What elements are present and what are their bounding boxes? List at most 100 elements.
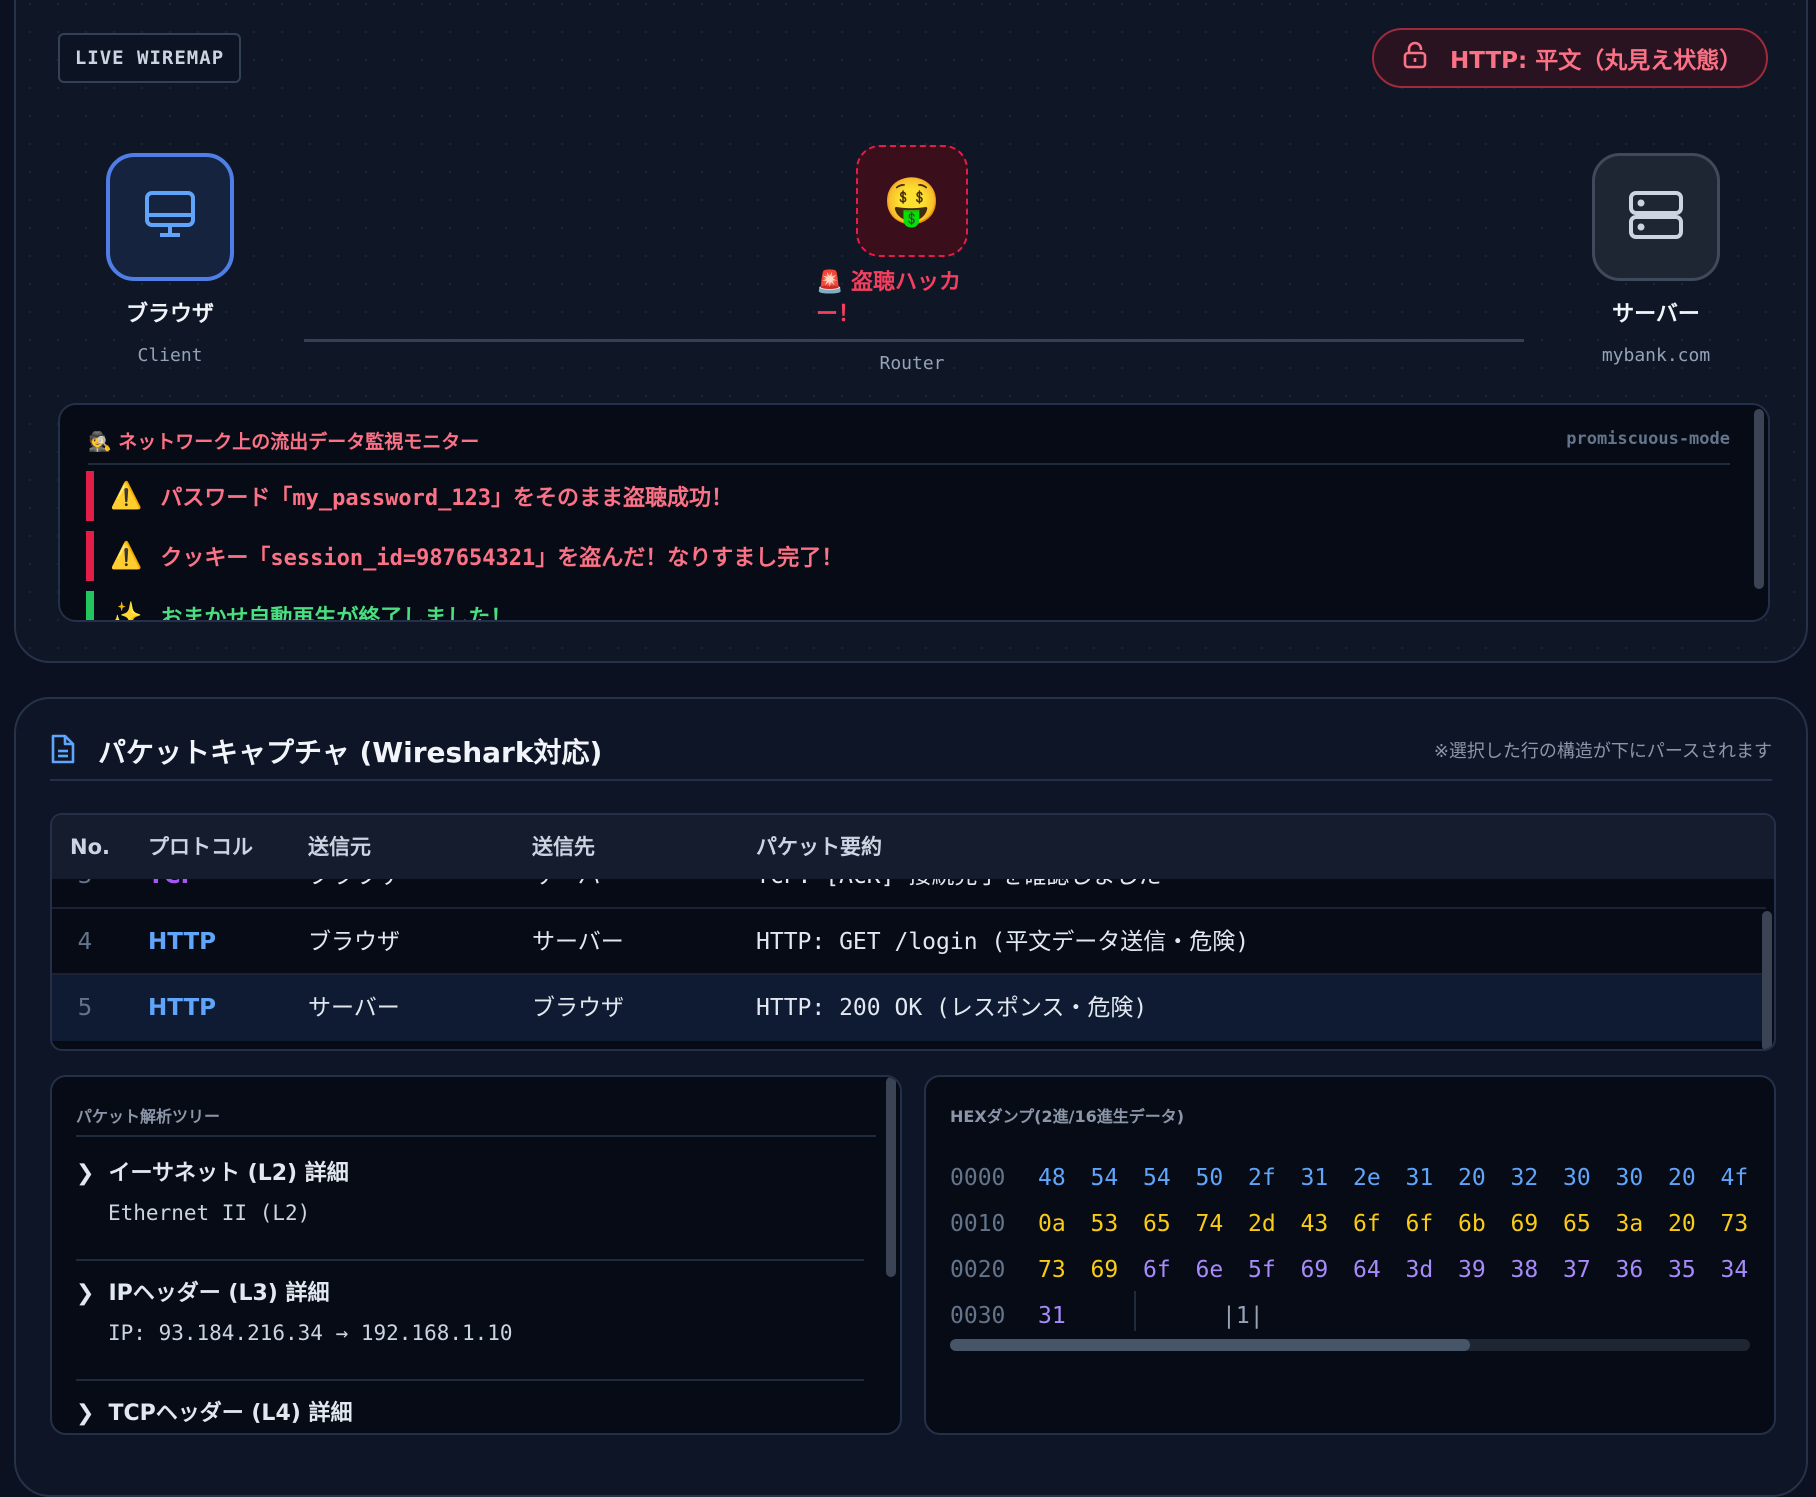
hex-byte[interactable]: 64 <box>1353 1257 1381 1283</box>
hex-byte[interactable]: 6b <box>1458 1211 1486 1237</box>
hex-byte[interactable]: 30 <box>1563 1165 1591 1191</box>
hex-byte[interactable]: 20 <box>1668 1211 1696 1237</box>
hex-byte[interactable]: 31 <box>1301 1165 1329 1191</box>
hex-byte[interactable]: 3a <box>1616 1211 1644 1237</box>
hex-byte[interactable]: 31 <box>1038 1303 1066 1329</box>
monitor-scrollbar[interactable] <box>1754 409 1764 589</box>
hex-byte[interactable]: 65 <box>1143 1211 1171 1237</box>
hex-scroll-thumb[interactable] <box>950 1339 1470 1351</box>
tree-section-label: IPヘッダー (L3) 詳細 <box>108 1281 330 1306</box>
col-protocol[interactable]: プロトコル <box>148 815 253 879</box>
hacker-node[interactable]: 🤑 <box>856 145 968 257</box>
hex-byte[interactable]: 38 <box>1511 1257 1539 1283</box>
hex-dump[interactable]: HEXダンプ(2進/16進生データ) 0000 48 54 54 50 2f 31 2e 31 2… <box>924 1075 1776 1435</box>
chevron-right-icon: ❯ <box>76 1281 95 1306</box>
row-source: サーバー <box>308 995 400 1021</box>
col-summary[interactable]: パケット要約 <box>756 815 882 879</box>
tree-section-ip[interactable]: ❯ IPヘッダー (L3) 詳細 IP: 93.184.216.34 → 192.… <box>76 1275 864 1395</box>
hex-byte[interactable]: 0a <box>1038 1211 1066 1237</box>
client-node[interactable] <box>106 153 234 281</box>
alert-password: ⚠️ パスワード「my_password_123」をそのまま盗聴成功！ <box>86 471 733 521</box>
hex-ascii: |1| <box>1222 1303 1264 1329</box>
hex-byte[interactable]: 6f <box>1353 1211 1381 1237</box>
alert-text: クッキー「session_id=987654321」を盗んだ！なりすまし完了！ <box>160 546 844 571</box>
tree-section-tcp[interactable]: ❯ TCPヘッダー (L4) 詳細 <box>76 1395 864 1433</box>
router-sub: Router <box>879 353 945 374</box>
hex-byte[interactable]: 2d <box>1248 1211 1276 1237</box>
hex-offset: 0000 <box>950 1165 1006 1191</box>
alert-autoplay: ✨ おまかせ自動再生が終了しました！ <box>86 591 512 622</box>
hex-byte[interactable]: 6e <box>1196 1257 1224 1283</box>
capture-panel: パケットキャプチャ (Wireshark対応) ※選択した行の構造が下にパースさ… <box>14 697 1808 1497</box>
row-no: 4 <box>77 929 93 955</box>
hex-byte[interactable]: 3d <box>1406 1257 1434 1283</box>
hex-byte[interactable]: 69 <box>1091 1257 1119 1283</box>
server-sub: mybank.com <box>1601 345 1711 366</box>
row-summary: HTTP: GET /login (平文データ送信・危険) <box>756 929 1250 955</box>
tree-section-header[interactable]: ❯ IPヘッダー (L3) 詳細 <box>76 1275 330 1307</box>
hex-byte[interactable]: 32 <box>1511 1165 1539 1191</box>
hex-byte[interactable]: 2e <box>1353 1165 1381 1191</box>
hex-byte[interactable]: 50 <box>1196 1165 1224 1191</box>
sparkles-icon: ✨ <box>110 601 143 622</box>
col-source[interactable]: 送信元 <box>308 815 371 879</box>
row-summary: HTTP: 200 OK (レスポンス・危険) <box>756 995 1148 1021</box>
hex-byte[interactable]: 36 <box>1616 1257 1644 1283</box>
row-source: ブラウザ <box>308 929 400 955</box>
hex-byte[interactable]: 39 <box>1458 1257 1486 1283</box>
tree-divider <box>76 1259 864 1261</box>
hex-byte[interactable]: 31 <box>1406 1165 1434 1191</box>
wiremap-panel: LIVE WIREMAP HTTP: 平文（丸見え状態） ブラウザ Client… <box>14 0 1808 663</box>
tree-title: パケット解析ツリー <box>76 1107 221 1126</box>
server-node[interactable] <box>1592 153 1720 281</box>
hex-byte[interactable]: 74 <box>1196 1211 1224 1237</box>
hex-byte[interactable]: 65 <box>1563 1211 1591 1237</box>
hex-byte[interactable]: 6f <box>1143 1257 1171 1283</box>
hacker-label: 🚨 盗聴ハッカー！ <box>816 270 962 327</box>
leak-monitor[interactable]: 🕵️ ネットワーク上の流出データ監視モニター promiscuous-mode … <box>58 403 1770 622</box>
hex-byte[interactable]: 43 <box>1301 1211 1329 1237</box>
hex-byte[interactable]: 6f <box>1406 1211 1434 1237</box>
tree-section-label: イーサネット (L2) 詳細 <box>108 1161 349 1186</box>
hex-byte[interactable]: 48 <box>1038 1165 1066 1191</box>
col-destination[interactable]: 送信先 <box>532 815 595 879</box>
hex-byte[interactable]: 69 <box>1301 1257 1329 1283</box>
tree-section-ethernet[interactable]: ❯ イーサネット (L2) 詳細 Ethernet II (L2) <box>76 1155 864 1275</box>
row-protocol: HTTP <box>148 995 217 1021</box>
hex-byte[interactable]: 20 <box>1458 1165 1486 1191</box>
hex-byte[interactable]: 35 <box>1668 1257 1696 1283</box>
hex-byte[interactable]: 37 <box>1563 1257 1591 1283</box>
http-status-badge[interactable]: HTTP: 平文（丸見え状態） <box>1372 28 1768 88</box>
hex-byte[interactable]: 73 <box>1721 1211 1749 1237</box>
hex-byte[interactable]: 2f <box>1248 1165 1276 1191</box>
tree-section-header[interactable]: ❯ イーサネット (L2) 詳細 <box>76 1155 349 1187</box>
hex-byte[interactable]: 20 <box>1668 1165 1696 1191</box>
hex-byte[interactable]: 69 <box>1511 1211 1539 1237</box>
table-row[interactable]: 4 HTTP ブラウザ サーバー HTTP: GET /login (平文データ… <box>52 909 1766 975</box>
tree-scrollbar[interactable] <box>886 1077 896 1277</box>
alert-text: パスワード「my_password_123」をそのまま盗聴成功！ <box>160 486 734 511</box>
table-row-selected[interactable]: 5 HTTP サーバー ブラウザ HTTP: 200 OK (レスポンス・危険) <box>52 975 1766 1041</box>
hex-byte[interactable]: 54 <box>1091 1165 1119 1191</box>
tree-divider <box>76 1379 864 1381</box>
row-protocol: HTTP <box>148 929 217 955</box>
hex-byte[interactable]: 30 <box>1616 1165 1644 1191</box>
hex-byte[interactable]: 73 <box>1038 1257 1066 1283</box>
capture-title: パケットキャプチャ (Wireshark対応) <box>98 736 603 769</box>
tree-section-header[interactable]: ❯ TCPヘッダー (L4) 詳細 <box>76 1395 352 1427</box>
live-wiremap-tag: LIVE WIREMAP <box>58 33 241 83</box>
hex-byte[interactable]: 53 <box>1091 1211 1119 1237</box>
packet-table[interactable]: No. プロトコル 送信元 送信先 パケット要約 3 TCP ブラウザ サーバー… <box>50 813 1776 1051</box>
hex-byte[interactable]: 54 <box>1143 1165 1171 1191</box>
tree-divider <box>76 1135 876 1137</box>
hex-byte[interactable]: 4f <box>1721 1165 1749 1191</box>
hex-byte[interactable]: 34 <box>1721 1257 1749 1283</box>
hex-byte[interactable]: 5f <box>1248 1257 1276 1283</box>
row-no: 5 <box>77 995 93 1021</box>
chevron-right-icon: ❯ <box>76 1161 95 1186</box>
col-no[interactable]: No. <box>70 815 110 879</box>
hex-scroll-track[interactable] <box>950 1339 1750 1351</box>
packet-parse-tree[interactable]: パケット解析ツリー ❯ イーサネット (L2) 詳細 Ethernet II (L… <box>50 1075 902 1435</box>
packet-table-scrollbar[interactable] <box>1762 911 1772 1049</box>
monitor-header: 🕵️ ネットワーク上の流出データ監視モニター promiscuous-mode <box>88 427 1730 465</box>
